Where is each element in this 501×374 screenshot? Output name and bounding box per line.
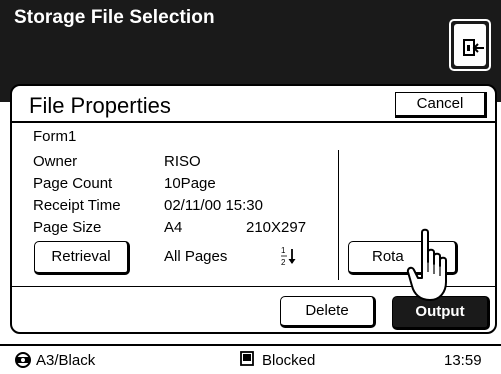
panel-title: File Properties [29, 93, 171, 118]
page-size-dimensions: 210X297 [246, 219, 307, 236]
page-size-label: Page Size [33, 219, 102, 236]
exit-door-icon [463, 39, 484, 56]
printer-drum-icon [15, 352, 31, 368]
owner-value: RISO [164, 153, 201, 170]
clock: 13:59 [444, 352, 482, 369]
receipt-time-value: 02/11/00 15:30 [164, 197, 263, 214]
column-divider [338, 150, 339, 280]
paper-status: A3/Black [36, 352, 96, 369]
page-order-icon: 1 2 [281, 246, 296, 267]
owner-label: Owner [33, 153, 78, 170]
pages-range: All Pages [164, 248, 228, 265]
status-bar: A3/Black Blocked 13:59 [0, 344, 501, 374]
page-count-value: 10Page [164, 175, 216, 192]
lock-square-icon [240, 351, 254, 366]
exit-button[interactable] [449, 19, 491, 71]
page-size-value: A4 [164, 219, 183, 236]
divider [12, 121, 495, 123]
svg-text:2: 2 [281, 258, 286, 267]
delete-button[interactable]: Delete [280, 296, 376, 328]
exit-button-face [454, 24, 486, 66]
form-name: Form1 [33, 128, 77, 145]
svg-text:1: 1 [281, 246, 286, 255]
blocked-status: Blocked [262, 352, 316, 369]
cancel-button[interactable]: Cancel [395, 92, 487, 118]
screen-title: Storage File Selection [14, 7, 215, 28]
page-count-label: Page Count [33, 175, 113, 192]
retrieval-button[interactable]: Retrieval [34, 241, 130, 275]
pointing-hand-icon [406, 228, 447, 301]
receipt-time-label: Receipt Time [33, 197, 121, 214]
